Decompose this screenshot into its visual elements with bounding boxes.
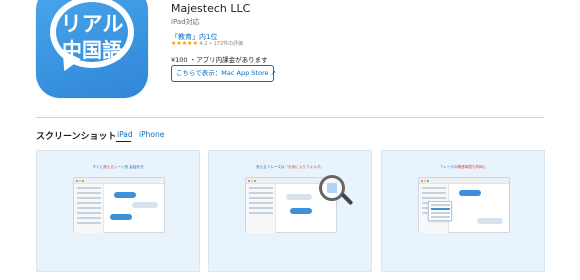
selected-tab-indicator [116, 141, 131, 142]
app-icon-text-line2: 中国語 [62, 38, 122, 62]
tab-ipad[interactable]: iPad [117, 130, 133, 139]
screenshot-3[interactable]: フレーズの関連単語も同時に [381, 150, 545, 272]
app-window-preview [73, 177, 165, 233]
magnifier-handle [340, 192, 354, 206]
section-divider [36, 117, 544, 118]
screenshot-2[interactable]: 覚えるフレーズは「お気に入りフォルダ」 [208, 150, 372, 272]
screenshots-title: スクリーンショット [36, 132, 117, 142]
price-label: ¥100 ・アプリ内課金があります [171, 56, 268, 64]
screenshot-caption: すぐに使えるシーン別 会話形式 [92, 165, 144, 169]
magnifier-icon [319, 175, 345, 201]
star-rating-icon: ★★★★★ [171, 40, 198, 47]
tab-iphone[interactable]: iPhone [139, 130, 164, 139]
developer-link[interactable]: Majestech LLC [171, 2, 250, 15]
view-in-mac-app-store-button[interactable]: こちらで表示：Mac App Store ↗ [171, 65, 276, 82]
screenshot-1[interactable]: すぐに使えるシーン別 会話形式 [36, 150, 200, 272]
app-icon: リアル 中国語 [36, 0, 148, 98]
related-words-popup [428, 201, 452, 221]
rating-text: 4.2 • 172件の評価 [199, 41, 244, 47]
rating-row: ★★★★★ 4.2 • 172件の評価 [171, 40, 243, 47]
platform-label: iPad対応 [171, 18, 200, 26]
screenshot-caption: 覚えるフレーズは「お気に入りフォルダ」 [256, 165, 324, 169]
screenshot-caption: フレーズの関連単語も同時に [439, 165, 487, 169]
